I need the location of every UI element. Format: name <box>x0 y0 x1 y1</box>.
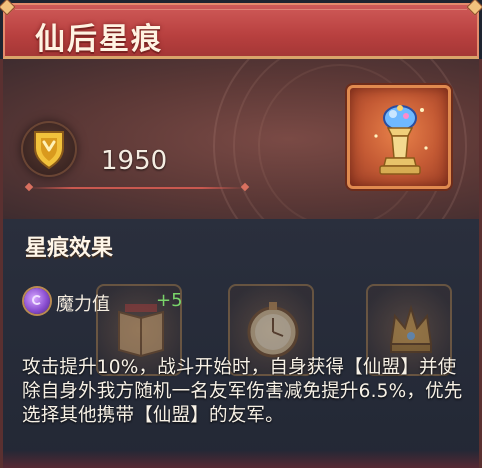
power-value: 1950 <box>101 146 168 176</box>
chess-queen-icon <box>374 105 428 175</box>
bottom-decoration <box>3 450 479 468</box>
stat-bonus: +5 <box>156 290 183 311</box>
section-title: 星痕效果 <box>25 236 114 261</box>
clock-icon <box>247 302 299 358</box>
title-bar: 仙后星痕 <box>0 0 482 59</box>
item-slot[interactable] <box>347 85 451 189</box>
divider <box>24 182 250 192</box>
magic-orb-icon <box>24 288 50 314</box>
effect-description: 攻击提升10%，战斗开始时，自身获得【仙盟】并使除自身外我方随机一名友军伤害减免… <box>22 357 463 426</box>
corner-ornament-icon <box>466 0 482 16</box>
shield-icon <box>21 121 77 177</box>
page-title: 仙后星痕 <box>35 22 163 57</box>
corner-ornament-icon <box>0 0 16 16</box>
crown-icon <box>389 304 433 353</box>
star-mark-panel: 仙后星痕 1950 星痕效果 魔力值 +5 攻击提升10%，战斗开始时，自身获得… <box>0 0 482 468</box>
info-header: 1950 <box>3 59 479 219</box>
stat-label: 魔力值 <box>56 294 110 315</box>
